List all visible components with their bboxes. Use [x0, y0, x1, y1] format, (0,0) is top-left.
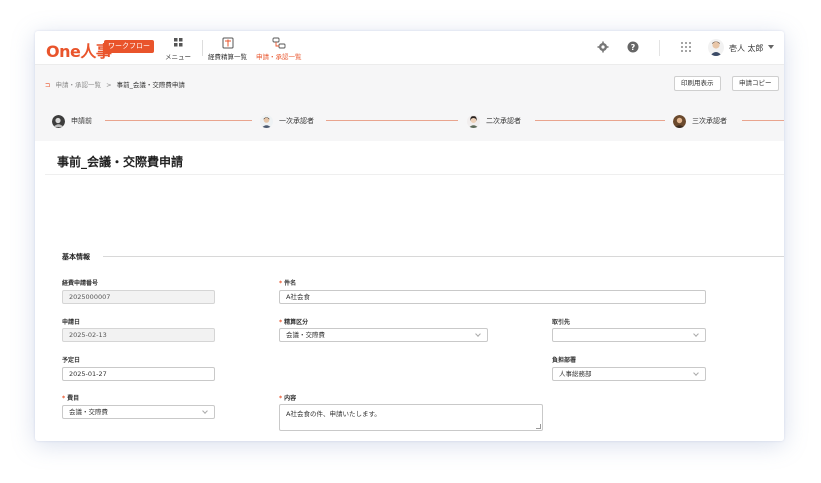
apps-grid-icon[interactable]	[680, 41, 692, 53]
content-label: * 内容	[279, 395, 297, 402]
svg-text:?: ?	[631, 43, 636, 52]
breadcrumb: ⊐ 申請・承認一覧 > 事前_会議・交際費申請	[45, 79, 185, 89]
breadcrumb-separator: >	[106, 81, 112, 89]
subject-input[interactable]: A社会食	[279, 290, 706, 304]
step-first-approver-label: 一次承認者	[279, 117, 314, 125]
resize-handle-icon[interactable]	[536, 424, 541, 429]
section-divider	[103, 256, 784, 257]
step-first-approver-avatar	[260, 114, 273, 128]
step-connector	[742, 120, 784, 121]
step-first-approver: 一次承認者	[260, 114, 314, 128]
breadcrumb-back-icon[interactable]: ⊐	[45, 81, 50, 89]
chevron-down-icon	[693, 331, 699, 337]
account-select[interactable]: 会議・交際費	[62, 405, 215, 419]
partner-select[interactable]	[552, 328, 706, 342]
print-view-button[interactable]: 印刷用表示	[674, 76, 721, 91]
step-connector	[326, 120, 458, 121]
category-select-value: 会議・交際費	[286, 331, 325, 339]
chevron-down-icon	[475, 331, 481, 337]
chevron-down-icon	[693, 370, 699, 376]
settings-gear-icon[interactable]	[597, 41, 609, 53]
user-name[interactable]: 壱人 太郎	[729, 43, 764, 54]
planned-date-label: 予定日	[62, 357, 81, 364]
nav-menu[interactable]: メニュー	[165, 37, 191, 61]
department-select-value: 人事総務部	[559, 370, 592, 378]
step-second-approver-label: 二次承認者	[486, 117, 521, 125]
user-menu-caret-icon[interactable]	[768, 45, 774, 49]
app-logo-tag: ワークフロー	[104, 40, 154, 53]
expense-number-label: 経費申請番号	[62, 280, 99, 287]
expense-list-icon	[222, 37, 233, 49]
department-select[interactable]: 人事総務部	[552, 367, 706, 381]
sub-bar	[35, 65, 784, 141]
copy-application-button[interactable]: 申請コピー	[732, 76, 779, 91]
section-title: 基本情報	[62, 253, 90, 261]
step-second-approver: 二次承認者	[467, 114, 521, 128]
account-label: * 費目	[62, 395, 80, 402]
top-header: One人事 ワークフロー メニュー 経費精算一覧 申請・承認一覧 ? 壱人 太郎	[35, 31, 784, 65]
step-before-apply-label: 申請前	[71, 117, 92, 125]
breadcrumb-current: 事前_会議・交際費申請	[116, 81, 185, 89]
expense-number-field: 2025000007	[62, 290, 215, 304]
app-window: One人事 ワークフロー メニュー 経費精算一覧 申請・承認一覧 ? 壱人 太郎…	[35, 31, 784, 441]
nav-expense-list[interactable]: 経費精算一覧	[208, 37, 247, 61]
step-second-approver-avatar	[467, 114, 480, 128]
approval-list-icon	[272, 37, 286, 49]
nav-approval-list[interactable]: 申請・承認一覧	[256, 37, 302, 61]
apply-date-field: 2025-02-13	[62, 328, 215, 342]
step-before-apply-avatar	[52, 114, 65, 128]
nav-approval-list-label: 申請・承認一覧	[256, 53, 302, 61]
apply-date-label: 申請日	[62, 319, 81, 326]
step-connector	[535, 120, 665, 121]
page-title: 事前_会議・交際費申請	[57, 155, 184, 169]
category-label: * 精算区分	[279, 319, 309, 326]
step-connector	[105, 120, 252, 121]
chevron-down-icon	[202, 408, 208, 414]
step-third-approver-avatar	[673, 114, 686, 128]
nav-expense-list-label: 経費精算一覧	[208, 53, 247, 61]
nav-menu-label: メニュー	[165, 53, 191, 61]
department-label: 負担部署	[552, 357, 577, 364]
step-third-approver-label: 三次承認者	[692, 117, 727, 125]
partner-label: 取引先	[552, 319, 571, 326]
account-select-value: 会議・交際費	[69, 408, 108, 416]
header-divider	[659, 40, 660, 56]
subject-label: * 件名	[279, 280, 297, 287]
app-logo[interactable]: One人事	[46, 38, 112, 62]
content-textarea-value: A社会食の件、申請いたします。	[286, 410, 381, 418]
help-icon[interactable]: ?	[627, 41, 639, 53]
content-textarea[interactable]: A社会食の件、申請いたします。	[279, 404, 543, 431]
planned-date-input[interactable]: 2025-01-27	[62, 367, 215, 381]
step-third-approver: 三次承認者	[673, 114, 727, 128]
step-before-apply: 申請前	[52, 114, 92, 128]
grid-menu-icon	[174, 38, 183, 47]
breadcrumb-link[interactable]: 申請・承認一覧	[56, 81, 102, 89]
title-divider	[45, 174, 784, 175]
category-select[interactable]: 会議・交際費	[279, 328, 488, 342]
user-avatar[interactable]	[708, 39, 724, 56]
nav-divider	[202, 40, 203, 56]
